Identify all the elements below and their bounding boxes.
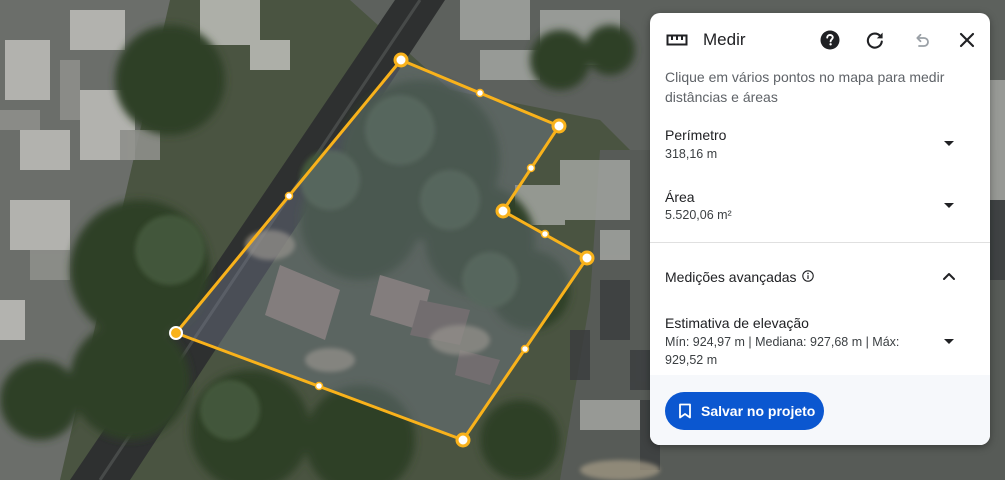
undo-button[interactable] <box>910 28 934 52</box>
help-button[interactable] <box>818 28 842 52</box>
measure-point[interactable] <box>551 118 567 134</box>
ruler-icon <box>666 34 688 46</box>
elevation-label: Estimativa de elevação <box>665 315 809 331</box>
save-button-label: Salvar no projeto <box>701 403 816 419</box>
bookmark-icon <box>679 403 691 419</box>
midpoint-handle[interactable] <box>284 191 294 201</box>
refresh-icon <box>866 32 883 49</box>
chevron-up-icon[interactable] <box>942 271 956 281</box>
reset-button[interactable] <box>863 28 887 52</box>
measure-panel: Medir Clique em vários pontos no mapa pa… <box>650 13 990 445</box>
elevation-value: Mín: 924,97 m | Mediana: 927,68 m | Máx:… <box>665 335 900 367</box>
close-icon <box>959 32 975 48</box>
area-value: 5.520,06 m² <box>665 208 732 222</box>
midpoint-handle[interactable] <box>540 229 550 239</box>
caret-down-icon[interactable] <box>944 339 954 344</box>
save-to-project-button[interactable]: Salvar no projeto <box>665 392 824 430</box>
panel-title: Medir <box>703 30 746 49</box>
measure-point[interactable] <box>579 250 595 266</box>
midpoint-handle[interactable] <box>526 163 536 173</box>
close-button[interactable] <box>955 28 979 52</box>
help-circle-icon <box>820 30 840 50</box>
divider <box>650 242 990 243</box>
advanced-measurements-label[interactable]: Medições avançadas <box>665 269 797 285</box>
measure-point-active[interactable] <box>169 326 183 340</box>
midpoint-handle[interactable] <box>475 88 485 98</box>
measure-point[interactable] <box>455 432 471 448</box>
perimeter-row[interactable]: Perímetro 318,16 m <box>650 123 990 173</box>
area-row[interactable]: Área 5.520,06 m² <box>650 185 990 235</box>
perimeter-label: Perímetro <box>665 127 727 143</box>
midpoint-handle[interactable] <box>314 381 324 391</box>
caret-down-icon[interactable] <box>944 141 954 146</box>
measured-area <box>174 58 589 442</box>
measure-point[interactable] <box>393 52 409 68</box>
area-label: Área <box>665 189 695 205</box>
caret-down-icon[interactable] <box>944 203 954 208</box>
panel-footer: Salvar no projeto <box>650 375 990 445</box>
undo-icon <box>916 33 929 47</box>
midpoint-handle[interactable] <box>520 344 530 354</box>
panel-header: Medir <box>650 13 990 67</box>
instructions-text: Clique em vários pontos no mapa para med… <box>665 69 945 105</box>
info-icon[interactable] <box>802 270 814 282</box>
perimeter-value: 318,16 m <box>665 147 718 161</box>
measure-point[interactable] <box>495 203 511 219</box>
